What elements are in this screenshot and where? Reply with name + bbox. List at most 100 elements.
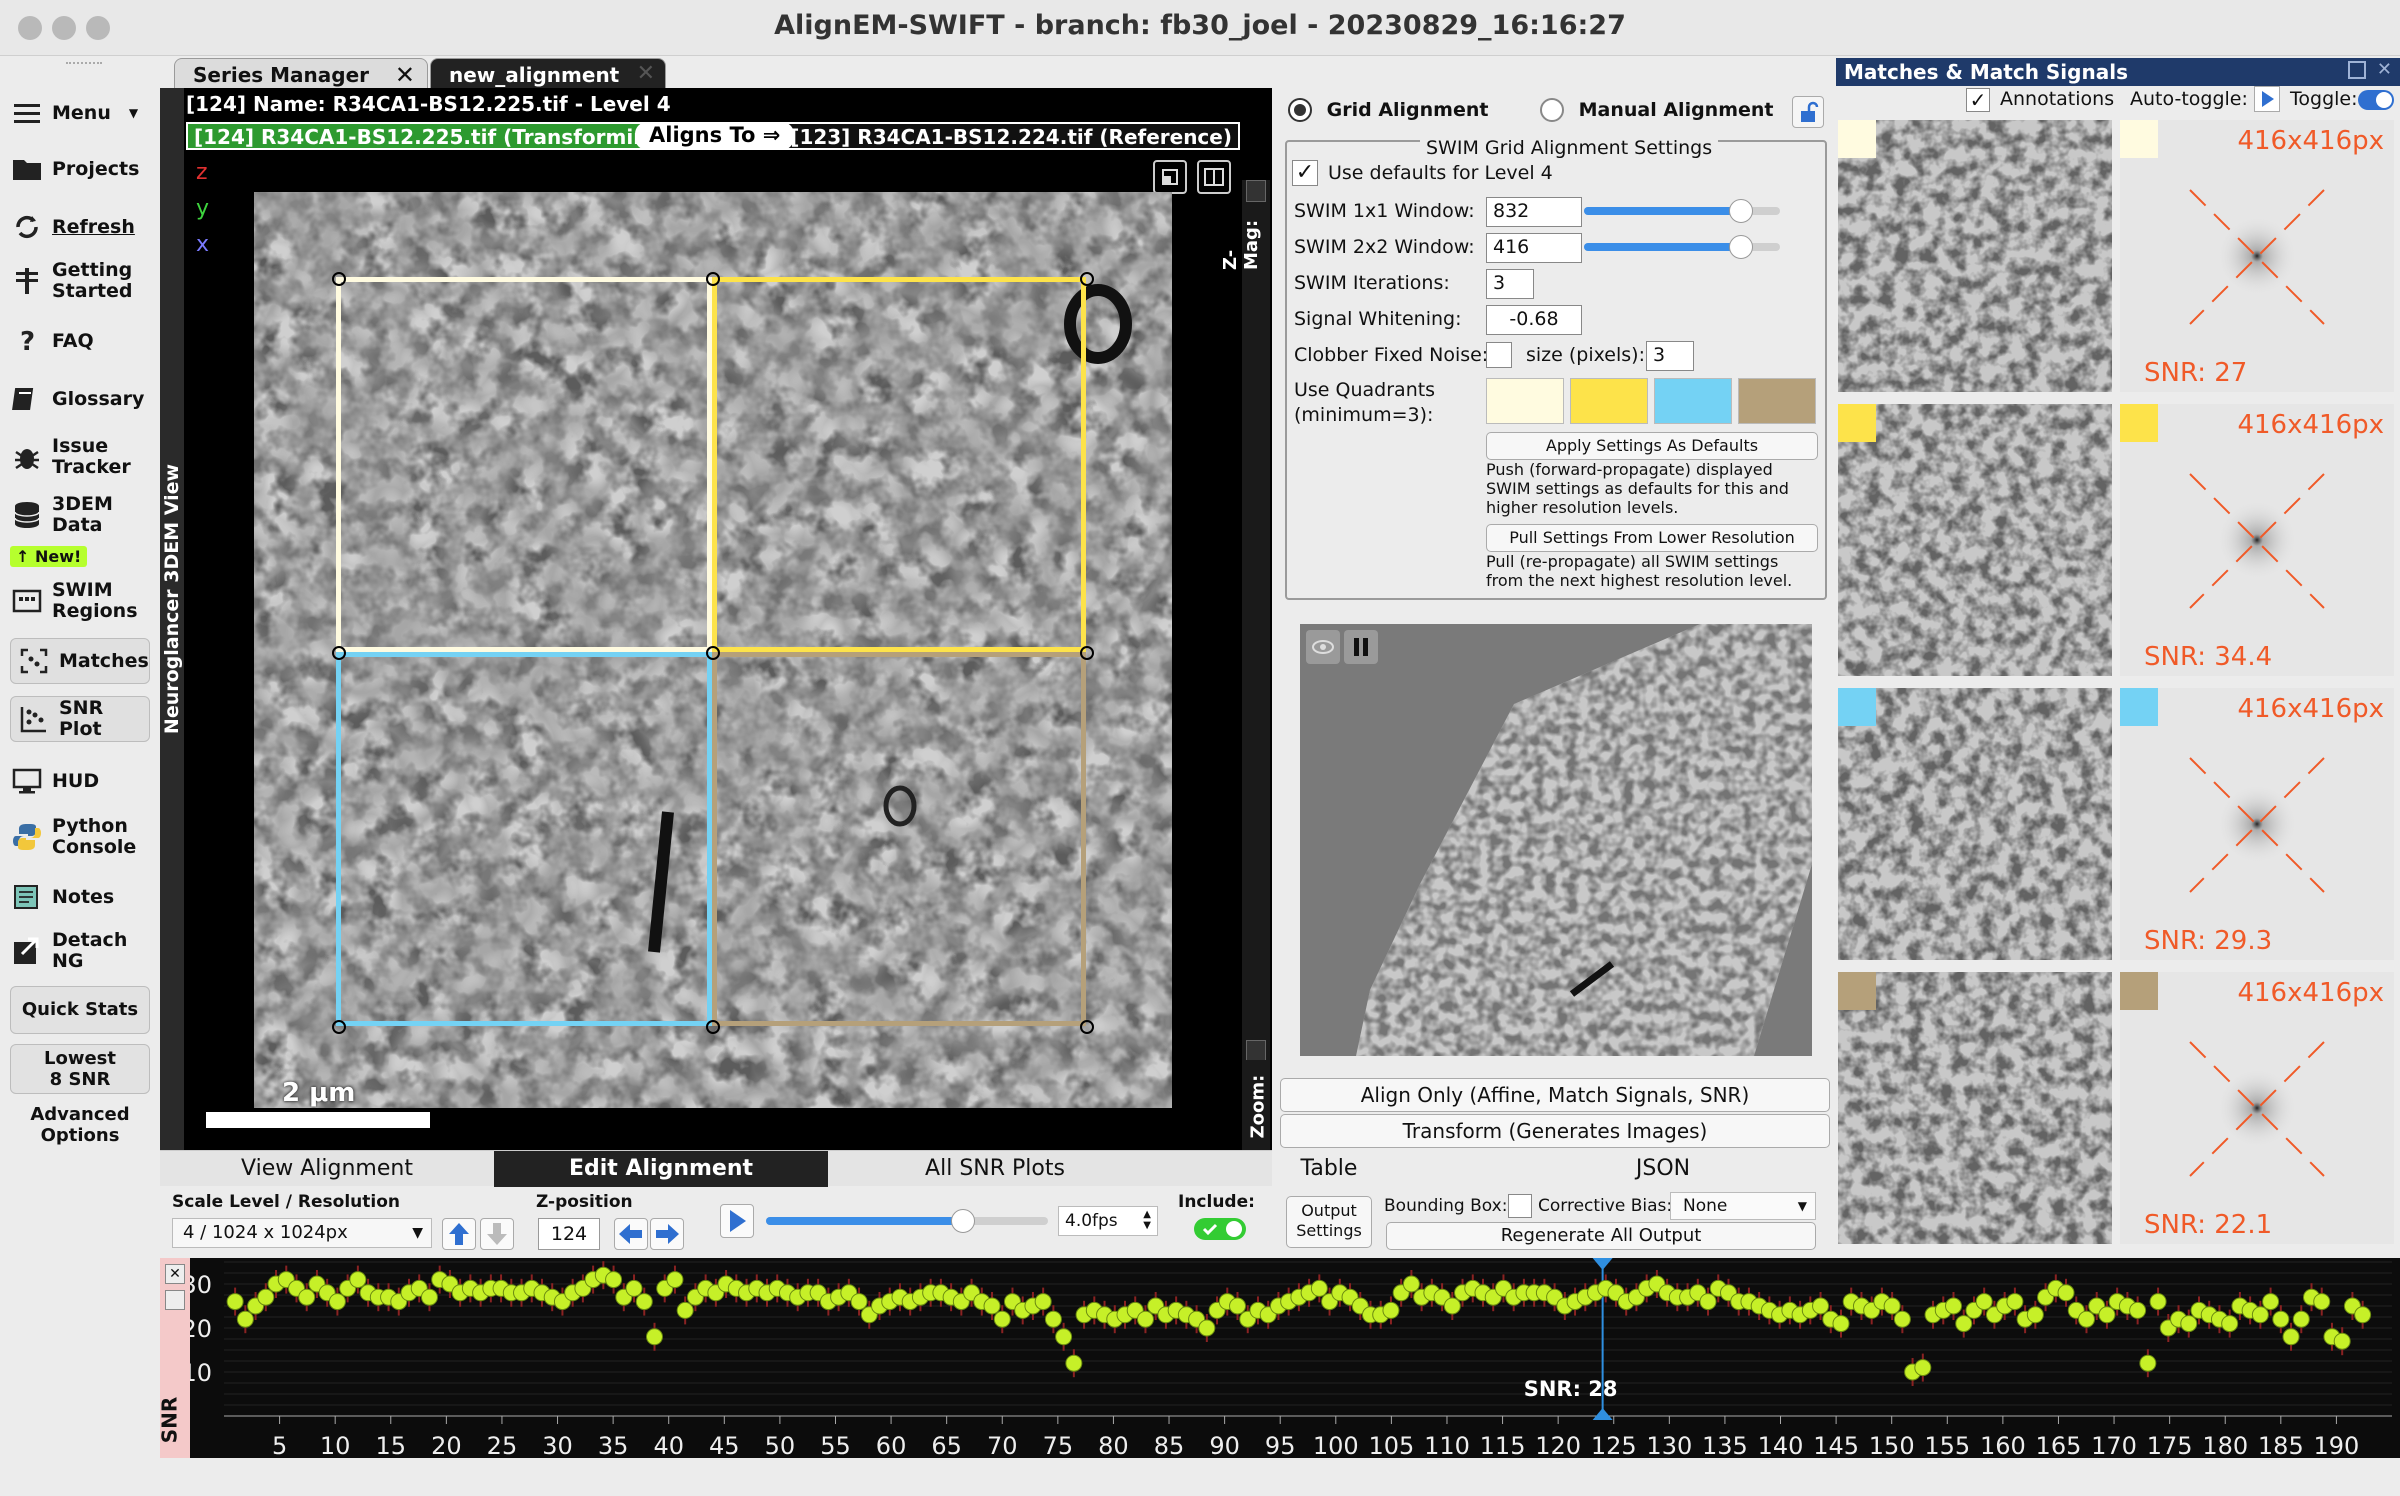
- sidebar-item-detach-ng[interactable]: Detach NG: [10, 930, 150, 972]
- transform-button[interactable]: Transform (Generates Images): [1280, 1114, 1830, 1148]
- include-toggle[interactable]: [1194, 1218, 1246, 1240]
- sidebar-item-getting-started[interactable]: Getting Started: [10, 260, 150, 302]
- float-plot-icon[interactable]: [165, 1290, 185, 1310]
- quadrant-toggle-4[interactable]: [1738, 378, 1816, 424]
- match-signal[interactable]: 416x416px SNR: 29.3: [2120, 688, 2394, 960]
- grid-handle[interactable]: [332, 1020, 346, 1034]
- output-settings-button[interactable]: Output Settings: [1286, 1196, 1372, 1248]
- quadrant-bottom-right[interactable]: [712, 652, 1086, 1026]
- win1-input[interactable]: 832: [1486, 197, 1582, 227]
- whitening-input[interactable]: -0.68: [1486, 305, 1582, 335]
- toggle-switch[interactable]: [2358, 90, 2394, 110]
- grid-handle[interactable]: [706, 272, 720, 286]
- quadrant-toggle-2[interactable]: [1570, 378, 1648, 424]
- close-icon[interactable]: ✕: [165, 1264, 185, 1284]
- slider-knob[interactable]: [1728, 199, 1753, 223]
- tab-all-snr-plots[interactable]: All SNR Plots: [828, 1151, 1162, 1187]
- snr-plot[interactable]: 10 20 30 5 10 15 20 25 30 35 40 45 50 55 60 65 70 75 80 85 9…: [160, 1258, 2400, 1460]
- tab-new-alignment[interactable]: new_alignment ✕: [430, 58, 666, 88]
- grid-handle[interactable]: [332, 646, 346, 660]
- advanced-options-toggle[interactable]: Advanced Options: [20, 1104, 140, 1146]
- match-thumbnail[interactable]: [1838, 972, 2112, 1244]
- play-button[interactable]: [720, 1204, 754, 1238]
- quadrant-top-left[interactable]: [336, 277, 712, 652]
- pause-button[interactable]: [1344, 630, 1378, 664]
- sidebar-item-glossary[interactable]: Glossary: [10, 382, 150, 416]
- close-icon[interactable]: ✕: [637, 61, 655, 86]
- sidebar-item-faq[interactable]: ? FAQ: [10, 324, 150, 358]
- match-signal[interactable]: 416x416px SNR: 34.4: [2120, 404, 2394, 676]
- tab-json[interactable]: JSON: [1496, 1151, 1830, 1187]
- tab-edit-alignment[interactable]: Edit Alignment: [494, 1151, 828, 1187]
- sidebar-item-swim-regions[interactable]: SWIM Regions: [10, 580, 150, 622]
- playback-slider[interactable]: [766, 1209, 1048, 1233]
- alignment-preview[interactable]: [1300, 624, 1812, 1056]
- slider-knob[interactable]: [951, 1209, 976, 1233]
- regenerate-button[interactable]: Regenerate All Output: [1386, 1222, 1816, 1250]
- zoom-slider[interactable]: Zoom:: [1242, 1060, 1270, 1150]
- drag-handle[interactable]: [66, 62, 102, 66]
- corrective-bias-select[interactable]: None ▼: [1670, 1192, 1816, 1220]
- sidebar-item-menu[interactable]: Menu ▼: [10, 96, 150, 130]
- sidebar-item-issue-tracker[interactable]: Issue Tracker: [10, 436, 150, 478]
- manual-alignment-radio[interactable]: Manual Alignment: [1540, 98, 1774, 122]
- grid-alignment-radio[interactable]: Grid Alignment: [1288, 98, 1488, 122]
- sidebar-item-projects[interactable]: Projects: [10, 152, 150, 186]
- iterations-input[interactable]: 3: [1486, 269, 1534, 299]
- ng-split-button[interactable]: [1197, 160, 1231, 194]
- z-position-input[interactable]: 124: [538, 1218, 600, 1250]
- annotations-checkbox[interactable]: ✓: [1966, 88, 1990, 112]
- sidebar-item-python-console[interactable]: Python Console: [10, 816, 150, 858]
- pull-settings-button[interactable]: Pull Settings From Lower Resolution: [1486, 524, 1818, 552]
- tab-view-alignment[interactable]: View Alignment: [160, 1151, 494, 1187]
- match-thumbnail[interactable]: [1838, 120, 2112, 392]
- tab-series-manager[interactable]: Series Manager ✕: [174, 58, 428, 89]
- grid-handle[interactable]: [332, 272, 346, 286]
- zoom-handle[interactable]: [1246, 1040, 1266, 1062]
- use-defaults-checkbox[interactable]: ✓: [1292, 160, 1318, 186]
- scale-down-button[interactable]: [480, 1218, 514, 1250]
- win2-slider[interactable]: [1584, 235, 1780, 259]
- quadrant-top-right[interactable]: [712, 277, 1086, 652]
- grid-handle[interactable]: [1080, 272, 1094, 286]
- z-mag-handle[interactable]: [1246, 180, 1266, 202]
- slider-knob[interactable]: [1728, 235, 1753, 259]
- quadrant-bottom-left[interactable]: [336, 652, 712, 1026]
- sidebar-item-snr-plot[interactable]: SNR Plot: [10, 696, 150, 742]
- fps-spinbox[interactable]: 4.0fps ▲ ▼: [1058, 1206, 1158, 1236]
- grid-handle[interactable]: [706, 1020, 720, 1034]
- quick-stats-button[interactable]: Quick Stats: [10, 986, 150, 1034]
- scale-level-select[interactable]: 4 / 1024 x 1024px ▼: [172, 1218, 432, 1248]
- tab-table[interactable]: Table: [1162, 1151, 1496, 1187]
- quadrant-toggle-3[interactable]: [1654, 378, 1732, 424]
- lowest-snr-button[interactable]: Lowest 8 SNR: [10, 1044, 150, 1094]
- sidebar-item-refresh[interactable]: Refresh: [10, 210, 150, 244]
- close-icon[interactable]: ✕: [395, 61, 415, 89]
- lock-button[interactable]: [1792, 96, 1824, 128]
- grid-handle[interactable]: [1080, 1020, 1094, 1034]
- sidebar-item-matches[interactable]: Matches: [10, 638, 150, 684]
- visibility-toggle[interactable]: [1306, 630, 1340, 664]
- sidebar-item-3dem-data[interactable]: 3DEM Data: [10, 494, 150, 536]
- apply-defaults-button[interactable]: Apply Settings As Defaults: [1486, 432, 1818, 460]
- float-panel-icon[interactable]: [2348, 61, 2366, 79]
- clobber-checkbox[interactable]: [1486, 342, 1512, 368]
- scale-up-button[interactable]: [442, 1218, 476, 1250]
- win2-input[interactable]: 416: [1486, 233, 1582, 263]
- ng-layout-button[interactable]: [1153, 160, 1187, 194]
- bounding-box-checkbox[interactable]: [1508, 1194, 1532, 1218]
- align-only-button[interactable]: Align Only (Affine, Match Signals, SNR): [1280, 1078, 1830, 1112]
- em-image[interactable]: [254, 192, 1172, 1108]
- match-signal[interactable]: 416x416px SNR: 22.1: [2120, 972, 2394, 1244]
- next-section-button[interactable]: [650, 1218, 684, 1250]
- win1-slider[interactable]: [1584, 199, 1780, 223]
- sidebar-item-hud[interactable]: HUD: [10, 764, 150, 798]
- auto-toggle-play-button[interactable]: [2254, 86, 2280, 112]
- match-thumbnail[interactable]: [1838, 404, 2112, 676]
- close-panel-icon[interactable]: ✕: [2377, 59, 2392, 80]
- grid-handle[interactable]: [706, 646, 720, 660]
- prev-section-button[interactable]: [614, 1218, 648, 1250]
- quadrant-toggle-1[interactable]: [1486, 378, 1564, 424]
- match-thumbnail[interactable]: [1838, 688, 2112, 960]
- grid-handle[interactable]: [1080, 646, 1094, 660]
